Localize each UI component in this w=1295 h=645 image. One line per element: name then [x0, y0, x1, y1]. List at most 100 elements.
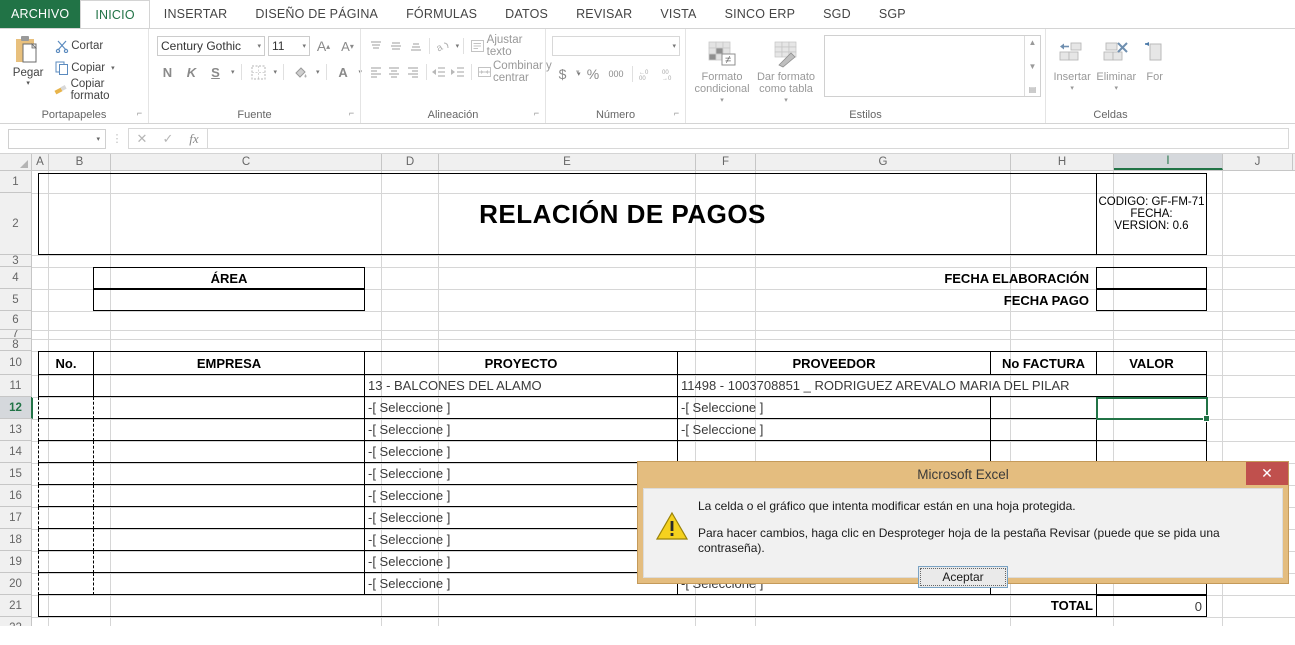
table-row[interactable]	[93, 441, 365, 463]
column-header-A[interactable]: A	[32, 154, 49, 170]
increase-font-size-button[interactable]: A ▴	[313, 36, 334, 57]
decrease-decimal-icon[interactable]: 00 →0	[661, 64, 682, 85]
column-header-J[interactable]: J	[1223, 154, 1293, 170]
row-header-1[interactable]: 1	[0, 171, 31, 193]
table-cell-valor[interactable]	[1096, 375, 1207, 397]
table-cell-proyecto[interactable]: 13 - BALCONES DEL ALAMO	[364, 375, 678, 397]
format-painter-button[interactable]: Copiar formato	[52, 78, 144, 102]
table-row[interactable]	[93, 573, 365, 595]
dialog-launcher-icon[interactable]: ⌐	[347, 109, 356, 118]
chevron-down-icon[interactable]: ▾	[670, 42, 676, 50]
cell-styles-list[interactable]	[825, 36, 1024, 96]
formula-bar-handle[interactable]: ⋮	[106, 132, 128, 145]
table-cell-proyecto[interactable]: -[ Seleccione ]	[364, 485, 678, 507]
row-header-22[interactable]: 22	[0, 617, 31, 627]
table-cell-proyecto[interactable]: -[ Seleccione ]	[364, 463, 678, 485]
align-center-icon[interactable]	[386, 62, 404, 82]
row-header-7[interactable]: 7	[0, 330, 31, 339]
table-cell-valor[interactable]	[1096, 441, 1207, 463]
table-row[interactable]	[93, 375, 365, 397]
document-meta-block[interactable]: CODIGO: GF-FM-71 FECHA: VERSION: 0.6	[1096, 173, 1207, 255]
table-row[interactable]	[38, 441, 94, 463]
chevron-down-icon[interactable]: ▾	[784, 95, 788, 107]
cancel-icon[interactable]: ✕	[129, 131, 155, 147]
chevron-down-icon[interactable]: ▾	[454, 42, 460, 50]
tab-vista[interactable]: VISTA	[646, 0, 710, 28]
align-top-icon[interactable]	[367, 36, 386, 56]
column-header-G[interactable]: G	[756, 154, 1011, 170]
tab-formulas[interactable]: FÓRMULAS	[392, 0, 491, 28]
font-name-combobox[interactable]: Century Gothic ▾	[157, 36, 265, 56]
chevron-down-icon[interactable]: ▾	[300, 42, 306, 50]
increase-indent-icon[interactable]	[449, 62, 467, 82]
table-header-valor[interactable]: VALOR	[1096, 351, 1207, 375]
name-box[interactable]: ▾	[8, 128, 106, 149]
column-header-F[interactable]: F	[696, 154, 756, 170]
cut-button[interactable]: Cortar	[52, 36, 144, 55]
percent-format-button[interactable]: %	[583, 64, 604, 85]
tab-archivo[interactable]: ARCHIVO	[0, 0, 81, 28]
row-header-20[interactable]: 20	[0, 573, 31, 595]
check-icon[interactable]: ✓	[155, 131, 181, 147]
column-header-I[interactable]: I	[1114, 154, 1223, 170]
align-bottom-icon[interactable]	[406, 36, 425, 56]
row-header-14[interactable]: 14	[0, 441, 31, 463]
column-header-B[interactable]: B	[49, 154, 111, 170]
table-row[interactable]	[93, 419, 365, 441]
bold-button[interactable]: N	[157, 62, 178, 83]
row-header-19[interactable]: 19	[0, 551, 31, 573]
fx-icon[interactable]: fx	[181, 131, 207, 147]
table-row[interactable]	[38, 397, 94, 419]
table-row[interactable]	[93, 463, 365, 485]
tab-sgd[interactable]: SGD	[809, 0, 865, 28]
fill-handle[interactable]	[1203, 415, 1210, 422]
align-middle-icon[interactable]	[387, 36, 406, 56]
chevron-down-icon[interactable]: ▾	[96, 135, 105, 143]
align-right-icon[interactable]	[404, 62, 422, 82]
table-row[interactable]	[38, 463, 94, 485]
table-header-empresa[interactable]: EMPRESA	[93, 351, 365, 375]
decrease-indent-icon[interactable]	[431, 62, 449, 82]
insert-cells-button[interactable]: Insertar ▾	[1050, 35, 1094, 95]
dialog-title-bar[interactable]: Microsoft Excel ✕	[638, 462, 1288, 486]
chevron-down-icon[interactable]: ▾	[720, 95, 724, 107]
wrap-text-button[interactable]: Ajustar texto	[468, 34, 541, 58]
fill-color-icon[interactable]	[290, 62, 311, 83]
table-row[interactable]	[38, 419, 94, 441]
table-cell-factura[interactable]	[990, 419, 1097, 441]
chevron-down-icon[interactable]: ▾	[1070, 83, 1074, 95]
chevron-down-icon[interactable]: ▾	[111, 64, 115, 72]
table-row[interactable]	[38, 529, 94, 551]
area-label[interactable]: ÁREA	[93, 267, 365, 289]
table-row[interactable]	[38, 507, 94, 529]
column-header-C[interactable]: C	[111, 154, 382, 170]
borders-icon[interactable]	[248, 62, 269, 83]
tab-revisar[interactable]: REVISAR	[562, 0, 646, 28]
table-row[interactable]	[38, 551, 94, 573]
table-cell-proveedor[interactable]: -[ Seleccione ]	[677, 419, 991, 441]
row-header-16[interactable]: 16	[0, 485, 31, 507]
row-header-5[interactable]: 5	[0, 289, 31, 311]
table-cell-proyecto[interactable]: -[ Seleccione ]	[364, 419, 678, 441]
table-row[interactable]	[38, 375, 94, 397]
tab-inicio[interactable]: INICIO	[80, 0, 150, 28]
number-format-combobox[interactable]: ▾	[552, 36, 680, 56]
chevron-down-icon[interactable]: ▾	[1115, 83, 1119, 95]
chevron-down-icon[interactable]: ▾	[272, 68, 278, 76]
table-cell-proyecto[interactable]: -[ Seleccione ]	[364, 507, 678, 529]
scroll-more-icon[interactable]: ▤	[1029, 85, 1037, 94]
tab-sgp[interactable]: SGP	[865, 0, 920, 28]
decrease-font-size-button[interactable]: A ▾	[337, 36, 358, 57]
table-header-proveedor[interactable]: PROVEEDOR	[677, 351, 991, 375]
table-header-no-factura[interactable]: No FACTURA	[990, 351, 1097, 375]
table-row[interactable]	[93, 529, 365, 551]
fecha-pago-value[interactable]	[1096, 289, 1207, 311]
chevron-down-icon[interactable]: ▾	[229, 68, 235, 76]
scroll-up-icon[interactable]: ▲	[1029, 38, 1037, 47]
table-row[interactable]	[93, 397, 365, 419]
table-cell-factura[interactable]	[990, 375, 1097, 397]
row-header-3[interactable]: 3	[0, 255, 31, 267]
table-row[interactable]	[93, 485, 365, 507]
table-header-no[interactable]: No.	[38, 351, 94, 375]
table-row[interactable]	[38, 573, 94, 595]
